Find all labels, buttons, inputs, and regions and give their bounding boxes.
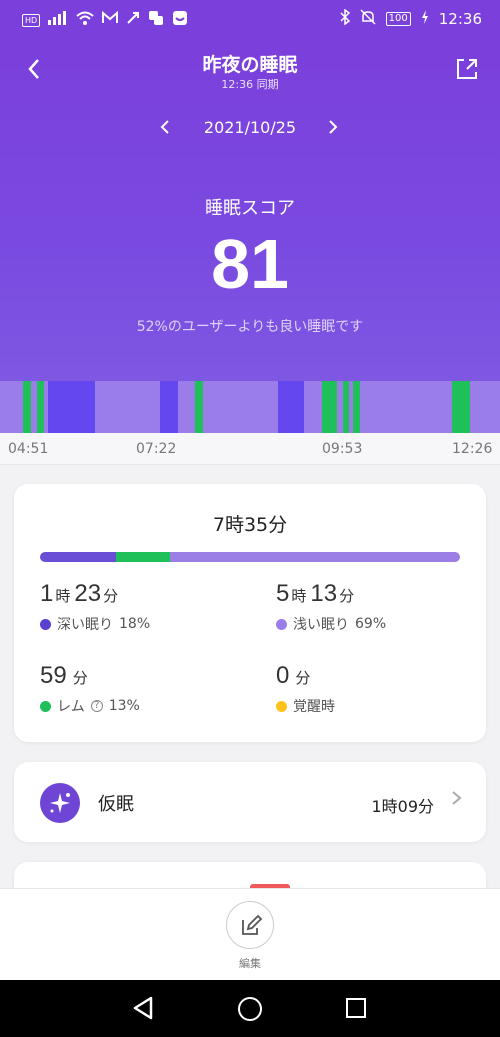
awake-dot xyxy=(276,700,287,712)
stage-proportion-bar xyxy=(40,552,460,562)
awake-minutes: 0 xyxy=(276,662,290,689)
system-nav-bar xyxy=(0,980,500,1037)
deep-sleep-stat: 1 時 23 分 深い眠り 18% xyxy=(40,580,150,634)
hd-indicator: HD xyxy=(22,13,41,27)
rem-percent: 13% xyxy=(108,698,140,714)
minute-unit: 分 xyxy=(72,669,88,687)
timeline-segment-rem xyxy=(343,381,349,433)
light-hours: 5 xyxy=(276,580,290,607)
bar-segment-rem xyxy=(115,552,171,562)
timeline-segment-rem xyxy=(37,381,44,433)
awake-stat: 0分 覚醒時 xyxy=(276,662,335,716)
timeline-segment-rem xyxy=(23,381,31,433)
page-title: 昨夜の睡眠 xyxy=(202,54,298,76)
status-bar: HD 100 12:36 xyxy=(0,0,500,38)
app-notification-icon xyxy=(148,10,164,30)
chevron-right-icon xyxy=(450,786,464,816)
minute-unit: 分 xyxy=(103,587,119,605)
deep-minutes: 23 xyxy=(74,580,102,607)
score-comparison: 52%のユーザーよりも良い睡眠です xyxy=(136,319,364,335)
bluetooth-icon xyxy=(340,8,350,29)
rem-minutes: 59 xyxy=(40,662,67,689)
smile-app-icon xyxy=(172,10,188,30)
share-icon xyxy=(457,59,477,79)
edit-button[interactable] xyxy=(226,901,274,949)
bottom-action-bar: 編集 xyxy=(0,888,500,980)
timeline-segment-rem xyxy=(452,381,470,433)
hour-unit: 時 xyxy=(291,587,307,605)
bar-segment-light xyxy=(170,552,460,562)
app-notification-icon xyxy=(126,11,140,29)
minute-unit: 分 xyxy=(339,587,355,605)
deep-hours: 1 xyxy=(40,580,54,607)
deep-sleep-percent: 18% xyxy=(119,616,151,632)
timeline-label: 12:26 xyxy=(452,441,493,457)
wifi-icon xyxy=(76,11,94,29)
light-minutes: 13 xyxy=(310,580,338,607)
nap-duration: 1時09分 xyxy=(371,797,434,816)
sparkle-icon xyxy=(40,783,80,823)
light-sleep-label: 浅い眠り xyxy=(293,617,349,633)
rem-sleep-stat: 59 分 レム ? 13% xyxy=(40,662,140,716)
timeline-label: 07:22 xyxy=(136,441,177,457)
deep-sleep-label: 深い眠り xyxy=(57,617,113,633)
deep-sleep-dot xyxy=(40,618,51,630)
rem-dot xyxy=(40,700,51,712)
share-button[interactable] xyxy=(454,56,480,82)
edit-icon xyxy=(242,914,263,935)
light-sleep-stat: 5 時 13 分 浅い眠り 69% xyxy=(276,580,386,634)
timeline-label: 04:51 xyxy=(8,441,49,457)
current-date: 2021/10/25 xyxy=(203,118,297,137)
awake-label: 覚醒時 xyxy=(293,699,335,715)
bar-segment-deep xyxy=(40,552,116,562)
sleep-stage-timeline xyxy=(0,381,500,433)
chevron-right-icon xyxy=(329,120,338,134)
nav-back-button[interactable] xyxy=(132,996,154,1024)
mute-icon xyxy=(360,9,376,29)
charging-icon xyxy=(421,10,429,28)
minute-unit: 分 xyxy=(295,669,311,687)
timeline-segment-rem xyxy=(322,381,337,433)
nap-card[interactable]: 仮眠 1時09分 xyxy=(14,762,486,842)
sleep-header: 昨夜の睡眠 12:36 同期 2021/10/25 睡眠スコア 81 52%のユ… xyxy=(0,38,500,381)
signal-icon xyxy=(48,11,68,29)
total-sleep-time: 7時35分 xyxy=(212,514,288,536)
nap-label: 仮眠 xyxy=(98,794,134,815)
edit-label: 編集 xyxy=(239,957,261,970)
timeline-segment-deep xyxy=(48,381,95,433)
rem-label: レム xyxy=(57,699,85,715)
sleep-summary-card: 7時35分 1 時 23 分 深い眠り 18% 5 時 13 分 浅い眠り 69% 59 分 … xyxy=(14,484,486,742)
timeline-segment-rem xyxy=(195,381,203,433)
mail-icon xyxy=(102,10,119,29)
next-date-button[interactable] xyxy=(326,116,340,143)
status-time: 12:36 xyxy=(438,10,482,28)
timeline-segment-rem xyxy=(353,381,360,433)
back-triangle-icon xyxy=(133,996,153,1020)
help-icon[interactable]: ? xyxy=(90,700,103,712)
sync-time: 12:36 同期 xyxy=(221,78,279,91)
nav-recents-button[interactable] xyxy=(346,998,366,1018)
timeline-segment-deep xyxy=(278,381,304,433)
light-sleep-dot xyxy=(276,618,287,630)
battery-icon: 100 xyxy=(385,12,411,26)
hour-unit: 時 xyxy=(55,587,71,605)
timeline-segment-deep xyxy=(160,381,178,433)
nav-home-button[interactable] xyxy=(238,997,262,1021)
timeline-label: 09:53 xyxy=(322,441,363,457)
sleep-score-label: 睡眠スコア xyxy=(205,198,295,219)
light-sleep-percent: 69% xyxy=(355,616,387,632)
timeline-axis: 04:51 07:22 09:53 12:26 xyxy=(0,433,500,465)
sleep-score: 81 xyxy=(211,225,289,303)
